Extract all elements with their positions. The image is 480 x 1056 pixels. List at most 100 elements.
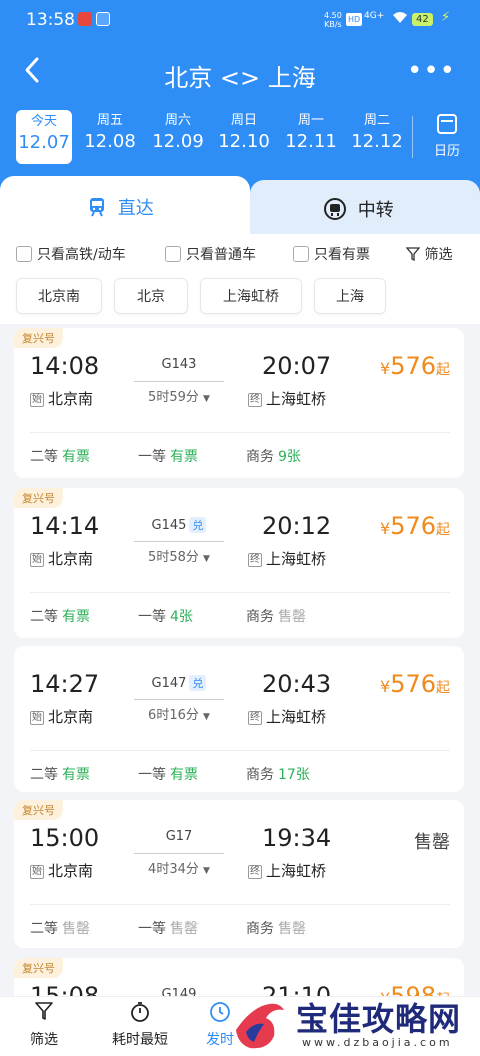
end-badge: 终 <box>248 865 262 879</box>
duration-line <box>134 699 224 700</box>
available-only-checkbox[interactable]: 只看有票 <box>293 244 370 264</box>
duration[interactable]: 6时16分 ▼ <box>134 704 224 723</box>
station-chip[interactable]: 上海 <box>314 278 386 314</box>
seat-first-class: 一等 有票 <box>138 449 198 465</box>
train-icon <box>88 197 106 222</box>
seat-first-class: 一等 4张 <box>138 609 193 625</box>
date-item[interactable]: 周五 12.08 <box>82 112 138 154</box>
seat-second-class: 二等 有票 <box>30 767 90 783</box>
train-number: G143 <box>161 357 197 372</box>
train-number: G17 <box>165 829 193 844</box>
filter-button[interactable]: 筛选 <box>405 244 452 264</box>
train-tag: 复兴号 <box>14 328 63 348</box>
seat-second-class: 二等 有票 <box>30 449 90 465</box>
watermark-url: www.dzbaojia.com <box>302 1036 453 1049</box>
charging-icon: ⚡ <box>441 10 451 25</box>
seat-business-class: 商务 售罄 <box>246 609 306 625</box>
date-item[interactable]: 周六 12.09 <box>150 112 206 154</box>
tab-direct[interactable]: 直达 <box>0 176 250 234</box>
date-item[interactable]: 周日 12.10 <box>216 112 272 154</box>
transfer-icon <box>324 197 346 225</box>
start-badge: 始 <box>30 865 44 879</box>
checkbox-icon <box>293 246 309 262</box>
duration[interactable]: 5时59分 ▼ <box>134 386 224 405</box>
seat-first-class: 一等 售罄 <box>138 921 198 937</box>
station-chip[interactable]: 北京南 <box>16 278 102 314</box>
to-station: 终上海虹桥 <box>248 708 327 726</box>
seat-second-class: 二等 有票 <box>30 609 90 625</box>
date-item[interactable]: 周一 12.11 <box>283 112 339 154</box>
checkbox-icon <box>165 246 181 262</box>
calendar-button[interactable]: 日历 <box>422 114 472 159</box>
station-filter: 北京南 北京 上海虹桥 上海 <box>0 274 480 324</box>
duration[interactable]: 5时58分 ▼ <box>134 546 224 565</box>
seat-business-class: 商务 9张 <box>246 449 301 465</box>
train-card[interactable]: 复兴号 14:08 G143 5时59分 ▼ 20:07 始北京南 终上海虹桥 … <box>14 328 464 478</box>
station-chip[interactable]: 北京 <box>114 278 188 314</box>
net-speed: 4.50 KB/s <box>324 11 342 29</box>
normal-train-only-checkbox[interactable]: 只看普通车 <box>165 244 256 264</box>
sort-fastest-button[interactable]: 耗时最短 <box>112 1001 168 1049</box>
start-badge: 始 <box>30 393 44 407</box>
departure-time: 15:00 <box>30 824 100 852</box>
from-station: 始北京南 <box>30 708 94 726</box>
departure-time: 14:14 <box>30 512 100 540</box>
bottom-filter-button[interactable]: 筛选 <box>30 1001 58 1049</box>
seat-business-class: 商务 售罄 <box>246 921 306 937</box>
station-chip[interactable]: 上海虹桥 <box>200 278 302 314</box>
card-divider <box>30 904 450 905</box>
card-divider <box>30 592 450 593</box>
sold-out-label: 售罄 <box>414 832 450 853</box>
arrival-time: 19:34 <box>262 824 332 852</box>
signal-icon: 4G+ <box>364 11 385 21</box>
to-station: 终上海虹桥 <box>248 390 327 408</box>
train-card[interactable]: 复兴号 14:14 G145 兑 5时58分 ▼ 20:12 始北京南 终上海虹桥… <box>14 488 464 638</box>
seat-business-class: 商务 17张 <box>246 767 310 783</box>
status-time: 13:58 <box>26 10 75 30</box>
caret-down-icon: ▼ <box>203 712 210 722</box>
caret-down-icon: ▼ <box>203 394 210 404</box>
to-station: 终上海虹桥 <box>248 550 327 568</box>
start-badge: 始 <box>30 711 44 725</box>
date-item[interactable]: 周二 12.12 <box>349 112 405 154</box>
price: ¥576起 <box>380 512 450 540</box>
train-tag: 复兴号 <box>14 800 63 820</box>
duration[interactable]: 4时34分 ▼ <box>134 858 224 877</box>
duration-line <box>134 381 224 382</box>
price: ¥576起 <box>380 352 450 380</box>
filter-bar: 只看高铁/动车 只看普通车 只看有票 筛选 <box>0 234 480 274</box>
departure-time: 14:08 <box>30 352 100 380</box>
more-icon[interactable]: ••• <box>407 56 456 86</box>
date-item-today[interactable]: 今天 12.07 <box>16 110 72 164</box>
watermark-logo <box>232 1000 284 1052</box>
train-tag: 复兴号 <box>14 958 63 978</box>
date-divider <box>412 116 413 158</box>
watermark-title: 宝佳攻略网 <box>296 1000 462 1038</box>
high-speed-only-checkbox[interactable]: 只看高铁/动车 <box>16 244 126 264</box>
seat-second-class: 二等 售罄 <box>30 921 90 937</box>
duration-line <box>134 541 224 542</box>
train-card[interactable]: 14:27 G147 兑 6时16分 ▼ 20:43 始北京南 终上海虹桥 ¥57… <box>14 646 464 792</box>
end-badge: 终 <box>248 711 262 725</box>
caret-down-icon: ▼ <box>203 866 210 876</box>
tab-transfer[interactable]: 中转 <box>250 180 480 234</box>
card-divider <box>30 432 450 433</box>
redeem-badge: 兑 <box>189 517 207 533</box>
to-station: 终上海虹桥 <box>248 862 327 880</box>
watermark: 宝佳攻略网 www.dzbaojia.com <box>226 992 480 1056</box>
card-divider <box>30 750 450 751</box>
funnel-icon <box>30 1001 58 1025</box>
train-card[interactable]: 复兴号 15:00 G17 4时34分 ▼ 19:34 始北京南 终上海虹桥 售… <box>14 800 464 948</box>
from-station: 始北京南 <box>30 390 94 408</box>
wifi-icon <box>392 10 408 28</box>
stopwatch-icon <box>112 1001 168 1025</box>
end-badge: 终 <box>248 393 262 407</box>
duration-line <box>134 853 224 854</box>
price: ¥576起 <box>380 670 450 698</box>
arrival-time: 20:43 <box>262 670 332 698</box>
train-number: G145 兑 <box>134 517 224 533</box>
arrival-time: 20:12 <box>262 512 332 540</box>
train-number: G147 兑 <box>134 675 224 691</box>
start-badge: 始 <box>30 553 44 567</box>
date-selector: 今天 12.07 周五 12.08 周六 12.09 周日 12.10 周一 1… <box>0 108 480 166</box>
